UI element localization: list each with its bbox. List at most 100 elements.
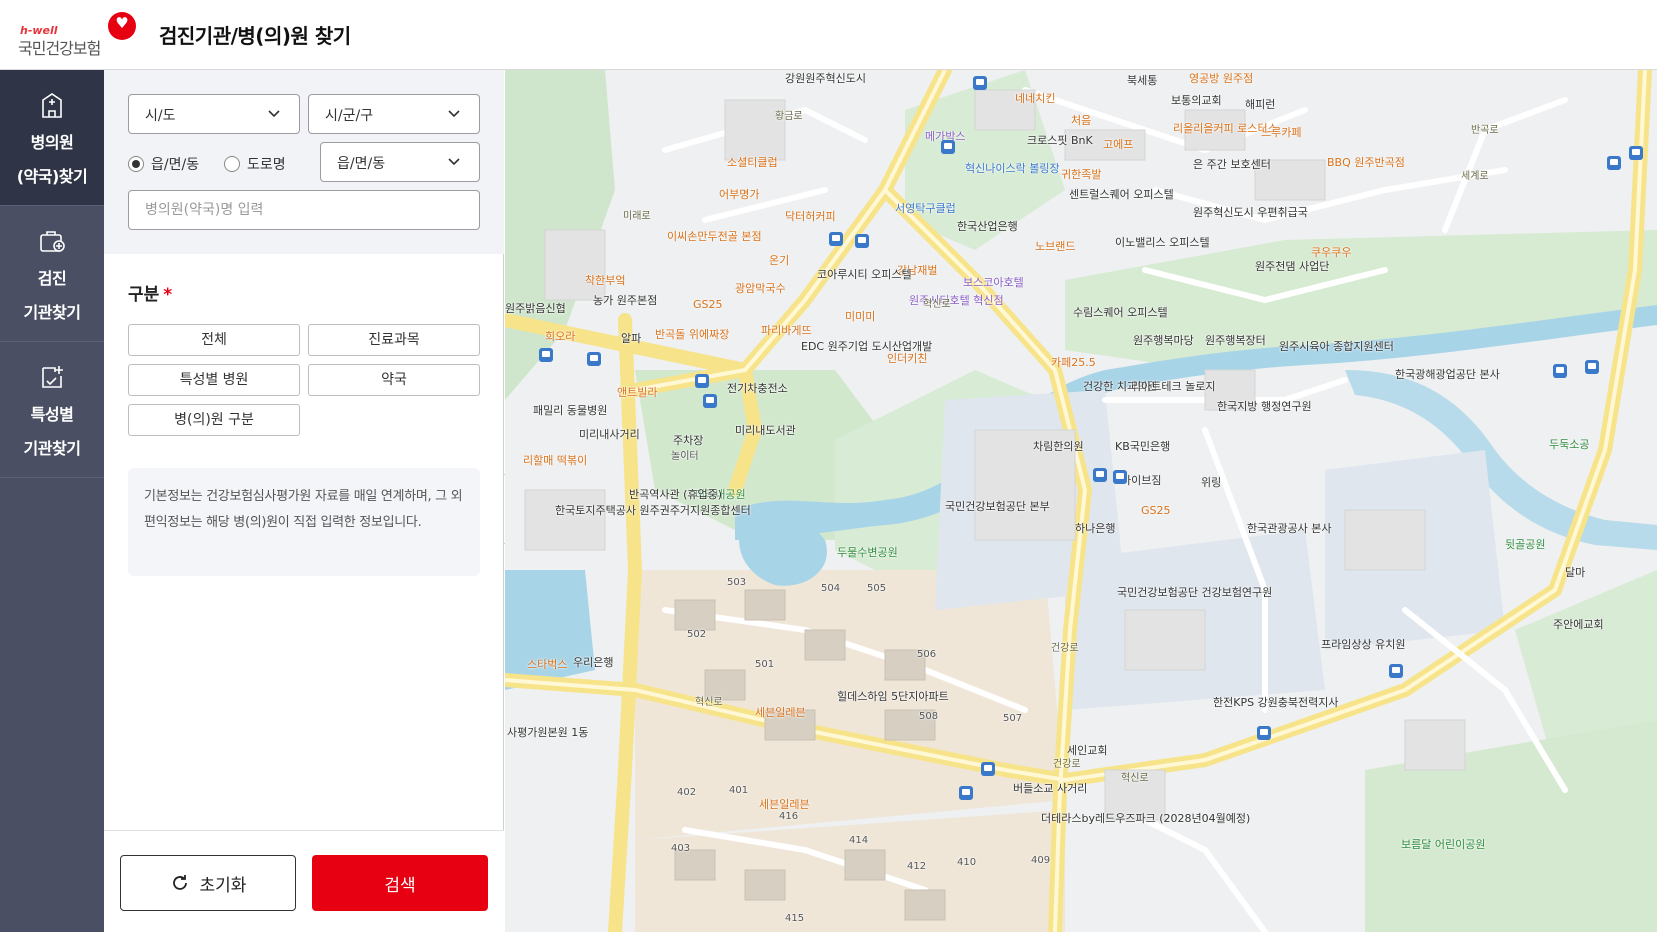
category-department-button[interactable]: 진료과목 xyxy=(308,324,480,356)
map-poi-label[interactable]: 보름달 어린이공원 xyxy=(1401,838,1485,851)
map-poi-label[interactable]: 주안에교회 xyxy=(1553,618,1604,631)
category-pharmacy-button[interactable]: 약국 xyxy=(308,364,480,396)
map-poi-label[interactable]: 카페25.5 xyxy=(1051,356,1096,369)
map-poi-label[interactable]: 혁신로 xyxy=(923,298,951,311)
map-poi-label[interactable]: 센트럴스퀘어 오피스텔 xyxy=(1069,188,1174,201)
map-poi-label[interactable]: 패밀리 동물병원 xyxy=(533,404,607,417)
bus-stop-icon[interactable] xyxy=(695,374,709,388)
radio-dong-indicator[interactable] xyxy=(128,156,144,172)
map-poi-label[interactable]: 한국관광공사 본사 xyxy=(1247,522,1331,535)
map-poi-label[interactable]: 힐데스하임 5단지아파트 xyxy=(837,690,949,703)
map-poi-label[interactable]: 409 xyxy=(1031,854,1050,867)
bus-stop-icon[interactable] xyxy=(703,394,717,408)
map-poi-label[interactable]: 프라임상상 유치원 xyxy=(1321,638,1405,651)
map-poi-label[interactable]: 희오라 xyxy=(545,330,575,343)
map-poi-label[interactable]: 401 xyxy=(729,784,748,797)
map-poi-label[interactable]: 보스코아호텔 xyxy=(963,276,1024,289)
map-poi-label[interactable]: 미리내사거리 xyxy=(579,428,640,441)
map-poi-label[interactable]: 위링 xyxy=(1201,476,1221,489)
map-poi-label[interactable]: 502 xyxy=(687,628,706,641)
map-poi-label[interactable]: 어부명가 xyxy=(719,188,759,201)
nhis-logo[interactable]: h-well 국민건강보험 xyxy=(16,10,141,58)
map-poi-label[interactable]: 광암막국수 xyxy=(735,282,786,295)
search-button[interactable]: 검색 xyxy=(312,855,488,911)
map-poi-label[interactable]: 서영탁구클럽 xyxy=(895,202,956,215)
map-poi-label[interactable]: 인더키친 xyxy=(887,352,927,365)
map-poi-label[interactable]: 416 xyxy=(779,810,798,823)
map-poi-label[interactable]: 수림스퀘어 오피스텔 xyxy=(1073,306,1168,319)
map-poi-label[interactable]: 보통의교회 xyxy=(1171,94,1222,107)
map-poi-label[interactable]: 세인교회 xyxy=(1067,744,1107,757)
map-poi-label[interactable]: 우리은행 xyxy=(573,656,613,669)
map-poi-label[interactable]: 원주행복마당 xyxy=(1133,334,1194,347)
nav-item-checkup[interactable]: 검진 기관찾기 xyxy=(0,206,104,342)
map-poi-label[interactable]: 네네치킨 xyxy=(1015,92,1055,105)
nav-item-hospital-pharmacy[interactable]: 병의원 (약국)찾기 xyxy=(0,70,104,206)
hospital-name-input[interactable] xyxy=(128,190,480,230)
map-poi-label[interactable]: 영공방 원주점 xyxy=(1189,72,1253,85)
radio-dong[interactable]: 읍/면/동 xyxy=(128,152,199,176)
nav-item-special[interactable]: 특성별 기관찾기 xyxy=(0,342,104,478)
map-poi-label[interactable]: 506 xyxy=(917,648,936,661)
map-poi-label[interactable]: 이노밸리스 오피스텔 xyxy=(1115,236,1210,249)
map-poi-label[interactable]: 한국토지주택공사 원주권주거지원종합센터 xyxy=(555,504,751,517)
map-poi-label[interactable]: 파리바게뜨 xyxy=(761,324,812,337)
map-poi-label[interactable]: 달마 xyxy=(1565,566,1585,579)
map-poi-label[interactable]: 귀한족발 xyxy=(1061,168,1101,181)
map-poi-label[interactable]: 앤트빌라 xyxy=(617,386,657,399)
map-poi-label[interactable]: 국민건강보험공단 본부 xyxy=(945,500,1050,513)
map-poi-label[interactable]: 스타벅스 xyxy=(527,658,567,671)
map-poi-label[interactable]: 세븐일레븐 xyxy=(755,706,806,719)
bus-stop-icon[interactable] xyxy=(1585,360,1599,374)
map-poi-label[interactable]: 알파 xyxy=(621,332,641,345)
map-poi-label[interactable]: 쿠우쿠우 xyxy=(1311,246,1351,259)
map-poi-label[interactable]: 놀이터 xyxy=(671,450,699,463)
bus-stop-icon[interactable] xyxy=(1553,364,1567,378)
map-poi-label[interactable]: 은 주간 보호센터 xyxy=(1193,158,1271,171)
map-poi-label[interactable]: 원주혁신도시 우편취급국 xyxy=(1193,206,1308,219)
dong-select[interactable]: 읍/면/동 xyxy=(320,142,480,182)
map-poi-label[interactable]: 황금로 xyxy=(775,110,803,123)
map-poi-label[interactable]: 노브랜드 xyxy=(1035,240,1075,253)
map-poi-label[interactable]: 주차장 xyxy=(673,434,703,447)
map-poi-label[interactable]: 반곡역사관 (휴업중) xyxy=(629,488,722,501)
map-poi-label[interactable]: 국민건강보험공단 건강보험연구원 xyxy=(1117,586,1272,599)
map-poi-label[interactable]: 닥터허커피 xyxy=(785,210,836,223)
bus-stop-icon[interactable] xyxy=(539,348,553,362)
bus-stop-icon[interactable] xyxy=(1257,726,1271,740)
map-poi-label[interactable]: 리할매 떡볶이 xyxy=(523,454,587,467)
map-poi-label[interactable]: 414 xyxy=(849,834,868,847)
bus-stop-icon[interactable] xyxy=(1093,468,1107,482)
map-poi-label[interactable]: 더테라스by레드우즈파크 (2028년04월예정) xyxy=(1041,812,1250,825)
map-poi-label[interactable]: 미미미 xyxy=(845,310,875,323)
bus-stop-icon[interactable] xyxy=(981,762,995,776)
map-poi-label[interactable]: 착한부엌 xyxy=(585,274,625,287)
category-all-button[interactable]: 전체 xyxy=(128,324,300,356)
bus-stop-icon[interactable] xyxy=(973,76,987,90)
map-poi-label[interactable]: 크로스핏 BnK xyxy=(1027,134,1093,147)
map-poi-label[interactable]: 해피런 xyxy=(1245,98,1275,111)
map-poi-label[interactable]: 뒷골공원 xyxy=(1505,538,1545,551)
map-poi-label[interactable]: 507 xyxy=(1003,712,1022,725)
map-poi-label[interactable]: 원주시육아 종합지원센터 xyxy=(1279,340,1394,353)
map-poi-label[interactable]: KB국민은행 xyxy=(1115,440,1170,453)
map-poi-label[interactable]: 403 xyxy=(671,842,690,855)
bus-stop-icon[interactable] xyxy=(1607,156,1621,170)
map-poi-label[interactable]: 세계로 xyxy=(1461,170,1489,183)
map-poi-label[interactable]: 고에프 xyxy=(1103,138,1133,151)
map-poi-label[interactable]: 미래로 xyxy=(623,210,651,223)
bus-stop-icon[interactable] xyxy=(1629,146,1643,160)
radio-road[interactable]: 도로명 xyxy=(224,152,286,176)
map-poi-label[interactable]: 리아트테크 놀로지 xyxy=(1131,380,1215,393)
map-poi-label[interactable]: 전기차충전소 xyxy=(727,382,788,395)
map-poi-label[interactable]: 원주천댐 사업단 xyxy=(1255,260,1329,273)
map-poi-label[interactable]: 온기 xyxy=(769,254,789,267)
bus-stop-icon[interactable] xyxy=(959,786,973,800)
sido-select[interactable]: 시/도 xyxy=(128,94,300,134)
map-poi-label[interactable]: 508 xyxy=(919,710,938,723)
map-poi-label[interactable]: 처음 xyxy=(1071,114,1091,127)
map-poi-label[interactable]: 원주밝음신협 xyxy=(505,302,566,315)
map-poi-label[interactable]: 410 xyxy=(957,856,976,869)
map-poi-label[interactable]: 혁신나이스락 볼링장 xyxy=(965,162,1060,175)
map-poi-label[interactable]: 코아루시티 오피스텔 xyxy=(817,268,912,281)
